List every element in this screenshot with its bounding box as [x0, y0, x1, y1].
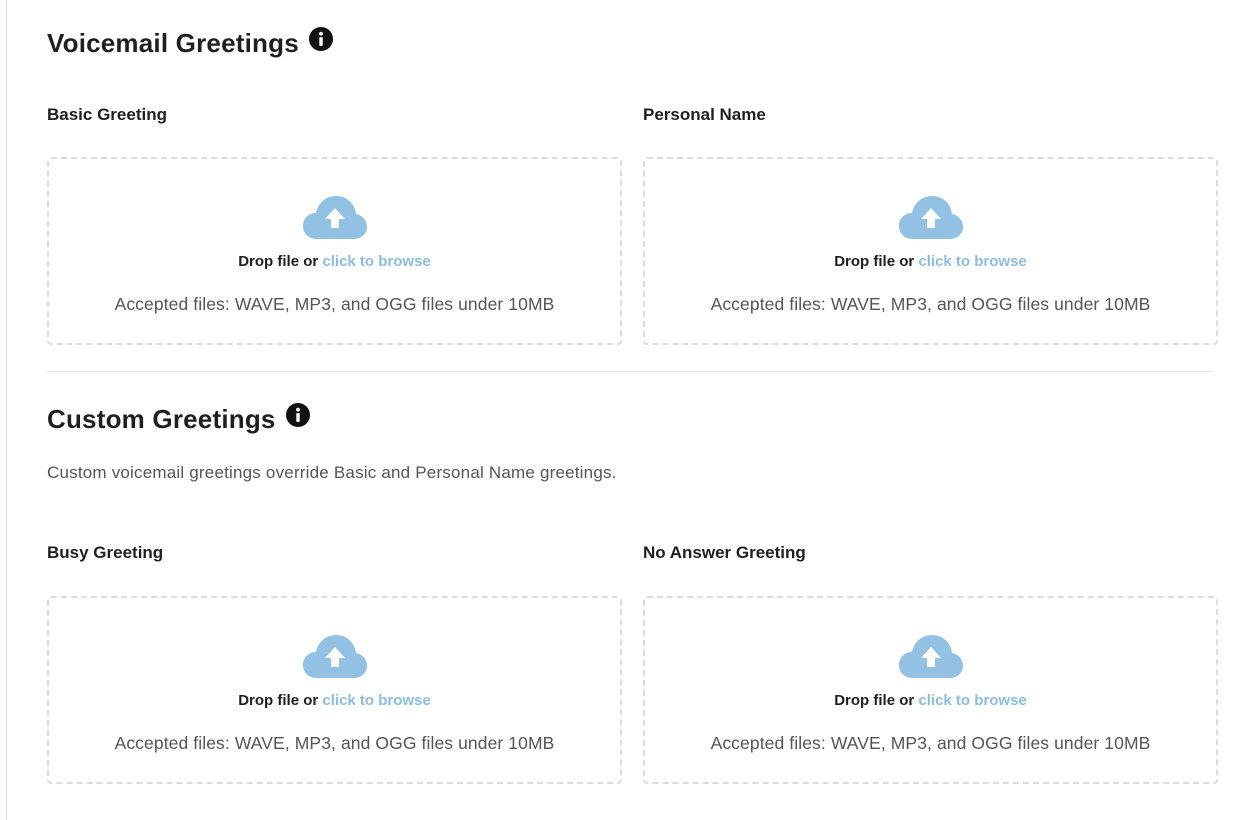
- voicemail-greetings-row: Basic Greeting Drop file or click to bro…: [47, 105, 1218, 345]
- click-to-browse-link[interactable]: click to browse: [322, 253, 430, 270]
- info-icon[interactable]: [285, 402, 310, 427]
- no-answer-greeting-dropzone[interactable]: Drop file or click to browse Accepted fi…: [643, 596, 1218, 784]
- custom-greetings-heading: Custom Greetings: [47, 402, 1218, 435]
- accepted-files-text: Accepted files: WAVE, MP3, and OGG files…: [114, 294, 555, 314]
- no-answer-greeting-label: No Answer Greeting: [643, 543, 806, 562]
- cloud-upload-icon: [302, 196, 367, 239]
- cloud-upload-icon: [898, 196, 963, 239]
- personal-name-label: Personal Name: [643, 105, 766, 124]
- voicemail-greetings-title: Voicemail Greetings: [47, 28, 299, 58]
- busy-greeting-dropzone[interactable]: Drop file or click to browse Accepted fi…: [47, 596, 622, 784]
- click-to-browse-link[interactable]: click to browse: [918, 692, 1026, 709]
- busy-greeting-field: Busy Greeting Drop file or click to brow…: [47, 543, 622, 784]
- basic-greeting-field: Basic Greeting Drop file or click to bro…: [47, 105, 622, 345]
- section-divider: [47, 371, 1213, 372]
- accepted-files-text: Accepted files: WAVE, MP3, and OGG files…: [710, 294, 1151, 314]
- basic-greeting-label: Basic Greeting: [47, 105, 167, 124]
- drop-prefix: Drop file or: [834, 692, 915, 709]
- basic-greeting-dropzone[interactable]: Drop file or click to browse Accepted fi…: [47, 157, 622, 345]
- cloud-upload-icon: [302, 635, 367, 678]
- personal-name-field: Personal Name Drop file or click to brow…: [643, 105, 1218, 345]
- cloud-upload-icon: [898, 635, 963, 678]
- custom-greetings-title: Custom Greetings: [47, 404, 276, 434]
- voicemail-greetings-heading: Voicemail Greetings: [47, 26, 1218, 59]
- drop-instructions: Drop file or click to browse: [834, 692, 1027, 709]
- no-answer-greeting-field: No Answer Greeting Drop file or click to…: [643, 543, 1218, 784]
- click-to-browse-link[interactable]: click to browse: [918, 253, 1026, 270]
- drop-instructions: Drop file or click to browse: [238, 692, 431, 709]
- left-border: [6, 0, 7, 820]
- drop-prefix: Drop file or: [238, 253, 319, 270]
- custom-greetings-description: Custom voicemail greetings override Basi…: [47, 463, 617, 482]
- busy-greeting-label: Busy Greeting: [47, 543, 164, 562]
- accepted-files-text: Accepted files: WAVE, MP3, and OGG files…: [114, 733, 555, 753]
- click-to-browse-link[interactable]: click to browse: [322, 692, 430, 709]
- personal-name-dropzone[interactable]: Drop file or click to browse Accepted fi…: [643, 157, 1218, 345]
- voicemail-greetings-section: Voicemail Greetings: [47, 26, 1218, 59]
- accepted-files-text: Accepted files: WAVE, MP3, and OGG files…: [710, 733, 1151, 753]
- custom-greetings-row: Busy Greeting Drop file or click to brow…: [47, 543, 1218, 784]
- drop-instructions: Drop file or click to browse: [834, 253, 1027, 270]
- drop-prefix: Drop file or: [238, 692, 319, 709]
- drop-prefix: Drop file or: [834, 253, 915, 270]
- info-icon[interactable]: [308, 26, 333, 51]
- drop-instructions: Drop file or click to browse: [238, 253, 431, 270]
- custom-greetings-section: Custom Greetings Custom voicemail greeti…: [47, 402, 1218, 483]
